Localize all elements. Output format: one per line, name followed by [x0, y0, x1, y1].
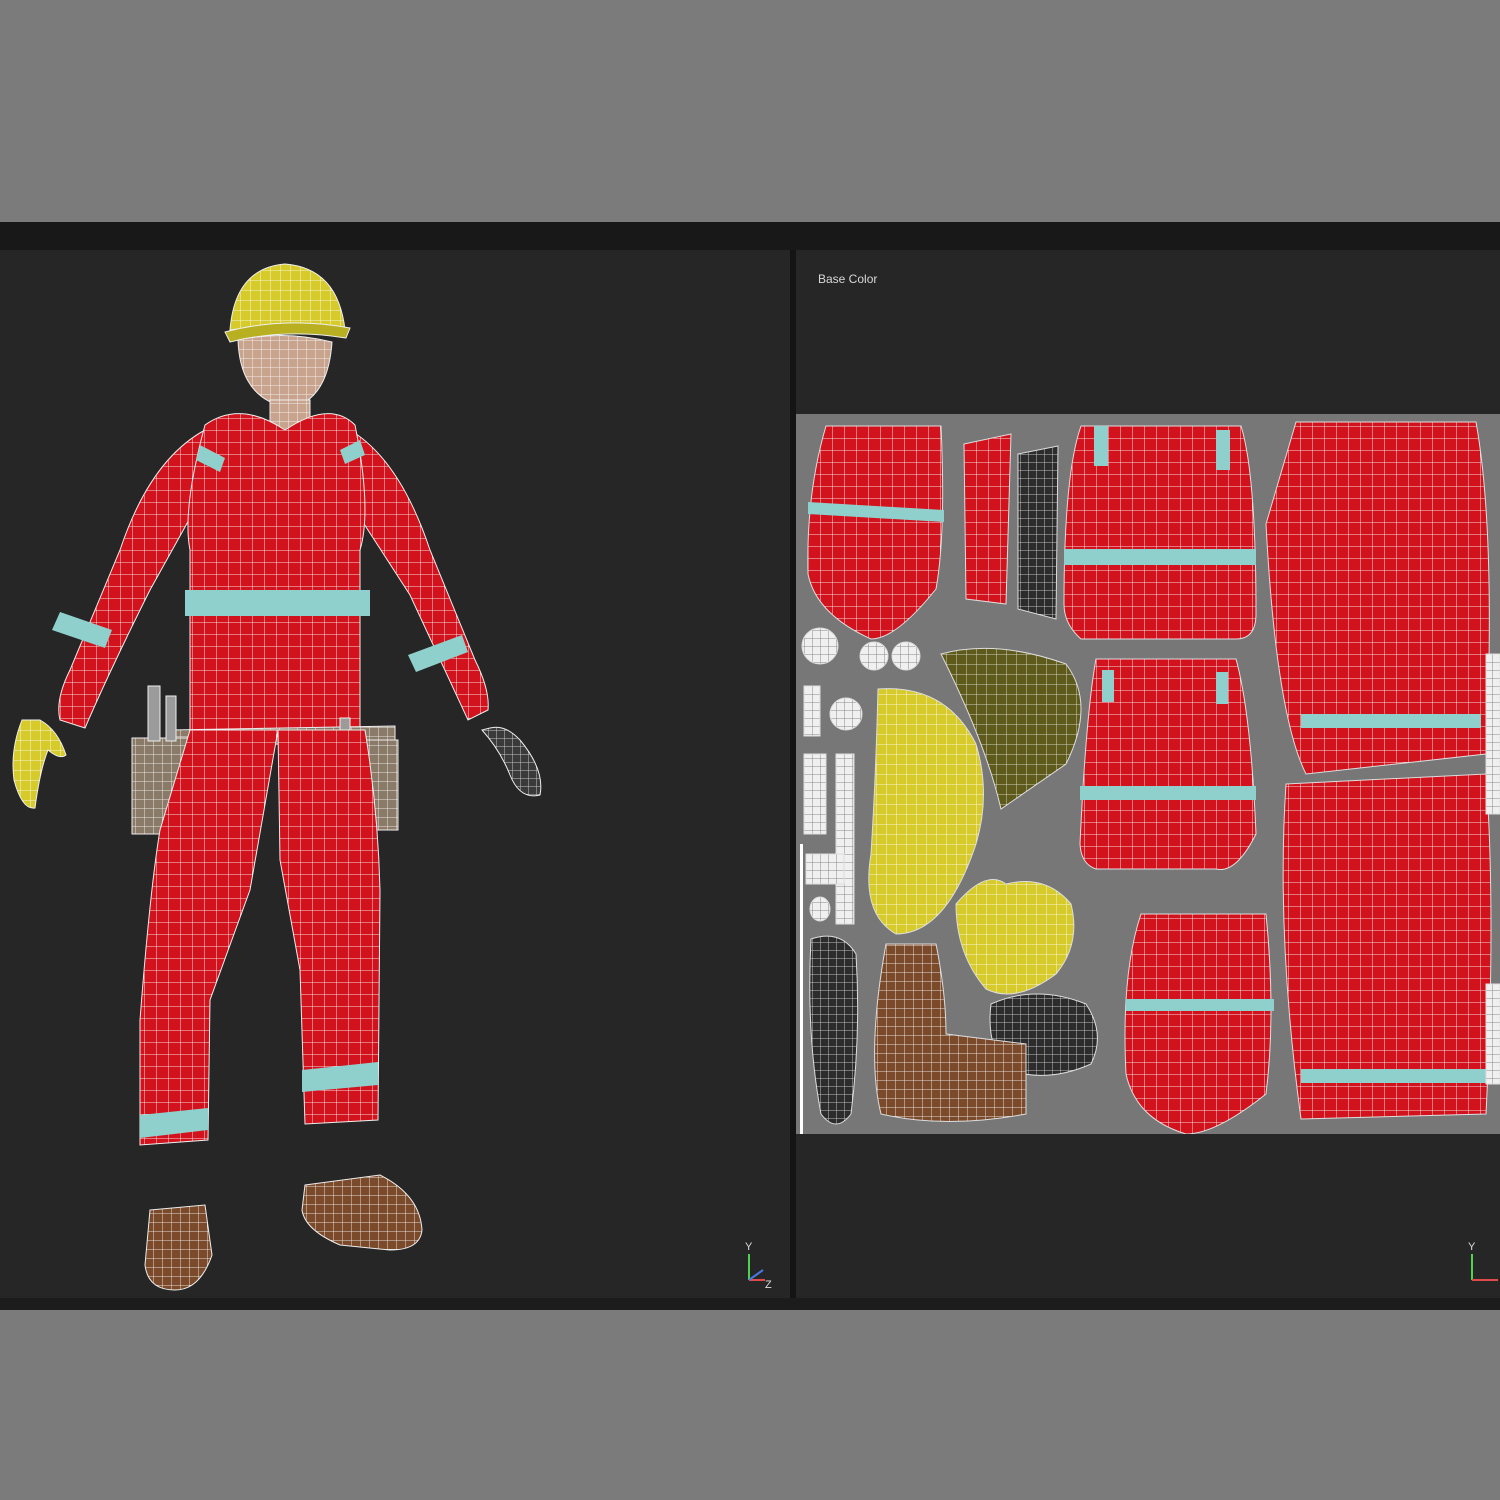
- uv-island-glove-yellow: [955, 879, 1075, 995]
- axis-gizmo-icon: Y Z: [745, 1240, 785, 1290]
- axis-y-label-uv: Y: [1468, 1241, 1476, 1253]
- right-boot: [301, 1174, 423, 1251]
- uv-texture-sheet: [796, 414, 1500, 1134]
- app-window: Y Z Base Color Y: [0, 222, 1500, 1318]
- right-sleeve: [349, 429, 489, 721]
- left-glove: [12, 719, 67, 809]
- app-title-bar: [0, 222, 1500, 250]
- uv-island-sleeve-lower: [1124, 913, 1272, 1134]
- axis-gizmo-icon: Y: [1468, 1240, 1500, 1290]
- left-boot: [144, 1204, 213, 1291]
- character-wireframe-model: [12, 263, 542, 1291]
- viewport-uv-editor[interactable]: Base Color Y: [796, 250, 1500, 1318]
- axis-z-label: Z: [765, 1279, 772, 1290]
- channel-label: Base Color: [818, 272, 878, 286]
- left-sleeve: [58, 429, 206, 729]
- right-glove: [481, 726, 542, 797]
- bottom-background-band: [0, 1310, 1500, 1500]
- uv-island-boot-sole: [809, 935, 859, 1125]
- axis-y-label: Y: [745, 1241, 753, 1253]
- head: [237, 335, 333, 409]
- top-background-band: [0, 0, 1500, 222]
- hard-hat: [229, 263, 346, 331]
- viewport-3d[interactable]: Y Z: [0, 250, 790, 1318]
- viewport-bottom-edge: [0, 1298, 1500, 1310]
- uv-island-sleeve-upper: [807, 425, 944, 640]
- uv-island-pants-lower: [1282, 773, 1492, 1120]
